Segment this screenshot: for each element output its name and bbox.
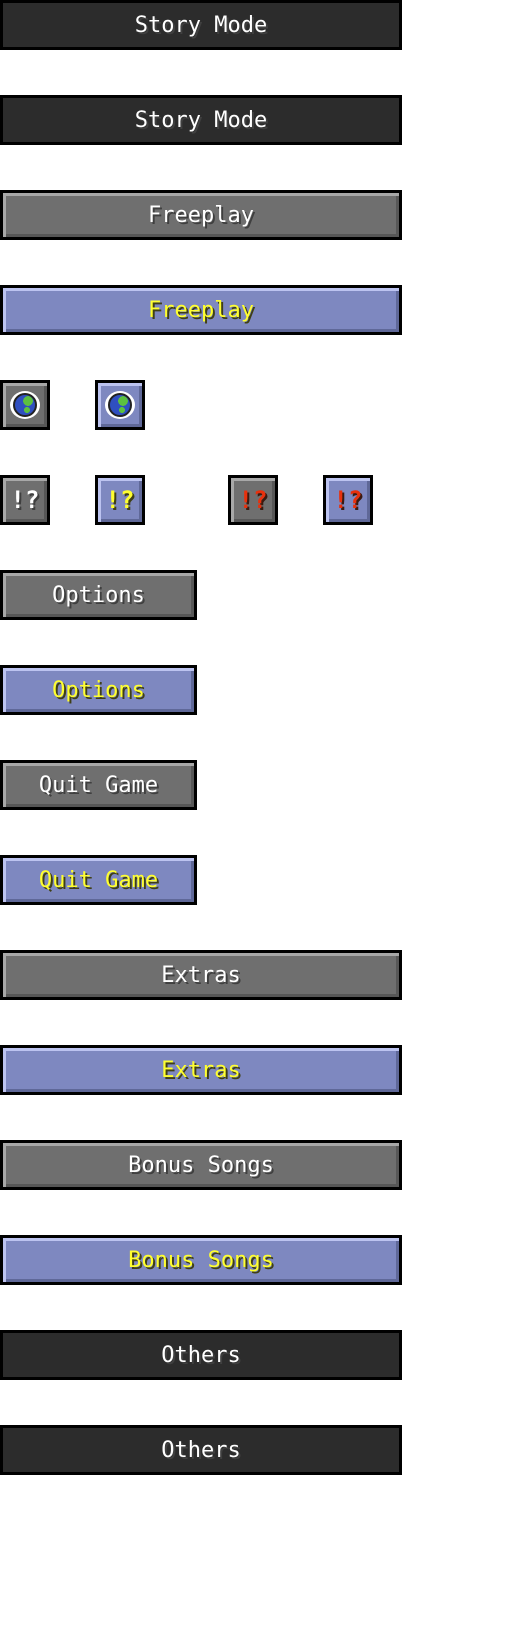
label: Extras	[161, 1057, 241, 1083]
question-button-red[interactable]: !?	[228, 475, 278, 525]
label: Bonus Songs	[128, 1152, 274, 1178]
story-mode-button-disabled: Story Mode	[0, 0, 402, 50]
globe-speech-icon	[105, 391, 135, 419]
freeplay-button[interactable]: Freeplay	[0, 190, 402, 240]
others-button-disabled: Others	[0, 1330, 402, 1380]
label: Others	[161, 1342, 241, 1368]
question-icon: !?	[10, 486, 40, 514]
others-button-disabled-alt: Others	[0, 1425, 402, 1475]
label: Story Mode	[134, 107, 268, 133]
story-mode-button-disabled-alt: Story Mode	[0, 95, 402, 145]
question-button-hover[interactable]: !?	[95, 475, 145, 525]
language-button[interactable]	[0, 380, 50, 430]
options-button-hover[interactable]: Options	[0, 665, 197, 715]
bonus-songs-button-hover[interactable]: Bonus Songs	[0, 1235, 402, 1285]
globe-speech-icon	[10, 391, 40, 419]
label: Story Mode	[134, 12, 268, 38]
freeplay-button-hover[interactable]: Freeplay	[0, 285, 402, 335]
label: Options	[52, 582, 145, 608]
question-icon: !?	[333, 486, 363, 514]
quit-game-button-hover[interactable]: Quit Game	[0, 855, 197, 905]
label: Freeplay	[148, 202, 254, 228]
extras-button[interactable]: Extras	[0, 950, 402, 1000]
language-button-hover[interactable]	[95, 380, 145, 430]
extras-button-hover[interactable]: Extras	[0, 1045, 402, 1095]
question-icon: !?	[105, 486, 135, 514]
label: Others	[161, 1437, 241, 1463]
label: Extras	[161, 962, 241, 988]
question-icon: !?	[238, 486, 268, 514]
options-button[interactable]: Options	[0, 570, 197, 620]
quit-game-button[interactable]: Quit Game	[0, 760, 197, 810]
question-button[interactable]: !?	[0, 475, 50, 525]
label: Freeplay	[148, 297, 254, 323]
label: Quit Game	[38, 772, 159, 798]
label: Quit Game	[38, 867, 159, 893]
label: Bonus Songs	[128, 1247, 274, 1273]
bonus-songs-button[interactable]: Bonus Songs	[0, 1140, 402, 1190]
question-button-red-hover[interactable]: !?	[323, 475, 373, 525]
label: Options	[52, 677, 145, 703]
